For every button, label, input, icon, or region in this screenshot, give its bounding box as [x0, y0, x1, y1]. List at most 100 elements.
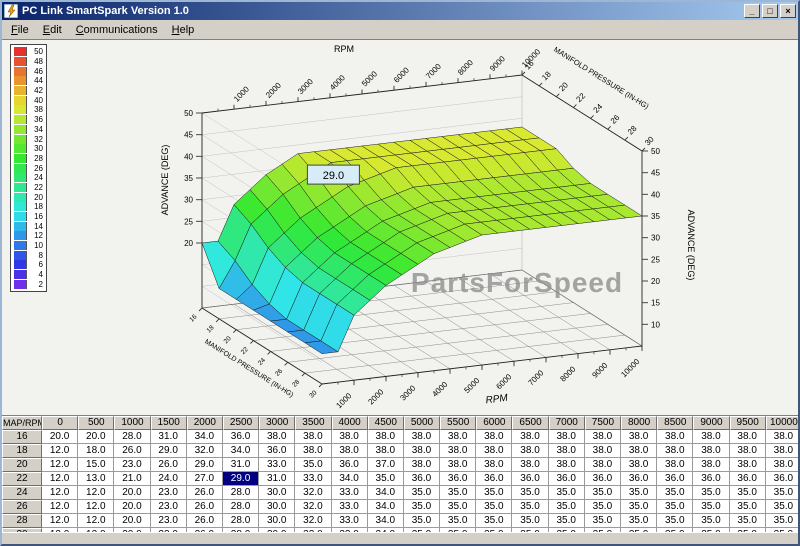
grid-cell-map28-rpm0[interactable]: 12.0	[42, 514, 78, 528]
grid-cell-map16-rpm1000[interactable]: 28.0	[114, 430, 150, 444]
grid-cell-map18-rpm3500[interactable]: 38.0	[295, 444, 331, 458]
grid-cell-map28-rpm9500[interactable]: 35.0	[730, 514, 766, 528]
selected-grid-cell[interactable]: 29.0	[223, 472, 259, 486]
grid-cell-map24-rpm5000[interactable]: 35.0	[404, 486, 440, 500]
grid-cell-map20-rpm5500[interactable]: 38.0	[440, 458, 476, 472]
grid-cell-map16-rpm7500[interactable]: 38.0	[585, 430, 621, 444]
grid-cell-map22-rpm8000[interactable]: 36.0	[621, 472, 657, 486]
grid-cell-map16-rpm500[interactable]: 20.0	[78, 430, 114, 444]
grid-cell-map26-rpm3000[interactable]: 30.0	[259, 500, 295, 514]
grid-cell-map26-rpm10000[interactable]: 35.0	[766, 500, 798, 514]
grid-cell-map28-rpm1000[interactable]: 20.0	[114, 514, 150, 528]
grid-cell-map16-rpm3000[interactable]: 38.0	[259, 430, 295, 444]
grid-cell-map18-rpm2500[interactable]: 34.0	[223, 444, 259, 458]
grid-cell-map18-rpm7000[interactable]: 38.0	[549, 444, 585, 458]
grid-cell-map24-rpm4500[interactable]: 34.0	[368, 486, 404, 500]
grid-cell-map22-rpm5000[interactable]: 36.0	[404, 472, 440, 486]
grid-cell-map26-rpm6000[interactable]: 35.0	[476, 500, 512, 514]
grid-cell-map18-rpm1500[interactable]: 29.0	[151, 444, 187, 458]
titlebar[interactable]: PC Link SmartSpark Version 1.0 _ □ ×	[2, 2, 798, 20]
grid-cell-map22-rpm9500[interactable]: 36.0	[730, 472, 766, 486]
grid-cell-map20-rpm2500[interactable]: 31.0	[223, 458, 259, 472]
grid-cell-map18-rpm5500[interactable]: 38.0	[440, 444, 476, 458]
grid-cell-map22-rpm9000[interactable]: 36.0	[693, 472, 729, 486]
maximize-button[interactable]: □	[762, 4, 778, 18]
grid-cell-map26-rpm8500[interactable]: 35.0	[657, 500, 693, 514]
grid-cell-map24-rpm4000[interactable]: 33.0	[332, 486, 368, 500]
grid-cell-map28-rpm4500[interactable]: 34.0	[368, 514, 404, 528]
grid-cell-map16-rpm6000[interactable]: 38.0	[476, 430, 512, 444]
grid-cell-map20-rpm8000[interactable]: 38.0	[621, 458, 657, 472]
grid-cell-map22-rpm5500[interactable]: 36.0	[440, 472, 476, 486]
grid-cell-map22-rpm2000[interactable]: 27.0	[187, 472, 223, 486]
menu-communications[interactable]: Communications	[69, 21, 165, 39]
grid-cell-map28-rpm7500[interactable]: 35.0	[585, 514, 621, 528]
grid-cell-map28-rpm10000[interactable]: 35.0	[766, 514, 798, 528]
grid-cell-map20-rpm7500[interactable]: 38.0	[585, 458, 621, 472]
grid-cell-map16-rpm9000[interactable]: 38.0	[693, 430, 729, 444]
grid-cell-map26-rpm4000[interactable]: 33.0	[332, 500, 368, 514]
grid-cell-map20-rpm7000[interactable]: 38.0	[549, 458, 585, 472]
grid-cell-map18-rpm9000[interactable]: 38.0	[693, 444, 729, 458]
grid-cell-map16-rpm1500[interactable]: 31.0	[151, 430, 187, 444]
grid-cell-map22-rpm10000[interactable]: 36.0	[766, 472, 798, 486]
grid-cell-map28-rpm5500[interactable]: 35.0	[440, 514, 476, 528]
grid-cell-map20-rpm1000[interactable]: 23.0	[114, 458, 150, 472]
grid-cell-map26-rpm1500[interactable]: 23.0	[151, 500, 187, 514]
grid-cell-map20-rpm6000[interactable]: 38.0	[476, 458, 512, 472]
grid-cell-map16-rpm6500[interactable]: 38.0	[512, 430, 548, 444]
grid-cell-map22-rpm500[interactable]: 13.0	[78, 472, 114, 486]
grid-cell-map26-rpm3500[interactable]: 32.0	[295, 500, 331, 514]
grid-cell-map24-rpm6500[interactable]: 35.0	[512, 486, 548, 500]
grid-cell-map20-rpm4500[interactable]: 37.0	[368, 458, 404, 472]
grid-cell-map22-rpm1500[interactable]: 24.0	[151, 472, 187, 486]
grid-cell-map24-rpm7000[interactable]: 35.0	[549, 486, 585, 500]
menu-edit[interactable]: Edit	[36, 21, 69, 39]
grid-cell-map28-rpm3500[interactable]: 32.0	[295, 514, 331, 528]
grid-cell-map20-rpm9000[interactable]: 38.0	[693, 458, 729, 472]
grid-cell-map20-rpm3000[interactable]: 33.0	[259, 458, 295, 472]
grid-cell-map22-rpm7000[interactable]: 36.0	[549, 472, 585, 486]
menu-file[interactable]: File	[4, 21, 36, 39]
grid-cell-map18-rpm6500[interactable]: 38.0	[512, 444, 548, 458]
grid-cell-map22-rpm4000[interactable]: 34.0	[332, 472, 368, 486]
grid-cell-map26-rpm5500[interactable]: 35.0	[440, 500, 476, 514]
grid-cell-map28-rpm1500[interactable]: 23.0	[151, 514, 187, 528]
grid-cell-map20-rpm0[interactable]: 12.0	[42, 458, 78, 472]
grid-cell-map24-rpm2000[interactable]: 26.0	[187, 486, 223, 500]
grid-cell-map24-rpm8500[interactable]: 35.0	[657, 486, 693, 500]
grid-cell-map16-rpm8000[interactable]: 38.0	[621, 430, 657, 444]
grid-cell-map26-rpm2500[interactable]: 28.0	[223, 500, 259, 514]
grid-cell-map26-rpm7500[interactable]: 35.0	[585, 500, 621, 514]
grid-cell-map18-rpm8500[interactable]: 38.0	[657, 444, 693, 458]
grid-cell-map28-rpm6500[interactable]: 35.0	[512, 514, 548, 528]
grid-cell-map16-rpm7000[interactable]: 38.0	[549, 430, 585, 444]
grid-cell-map24-rpm9000[interactable]: 35.0	[693, 486, 729, 500]
grid-cell-map18-rpm8000[interactable]: 38.0	[621, 444, 657, 458]
grid-cell-map18-rpm2000[interactable]: 32.0	[187, 444, 223, 458]
grid-cell-map22-rpm3000[interactable]: 31.0	[259, 472, 295, 486]
grid-cell-map20-rpm500[interactable]: 15.0	[78, 458, 114, 472]
grid-cell-map24-rpm9500[interactable]: 35.0	[730, 486, 766, 500]
grid-cell-map28-rpm9000[interactable]: 35.0	[693, 514, 729, 528]
grid-cell-map26-rpm5000[interactable]: 35.0	[404, 500, 440, 514]
grid-cell-map20-rpm1500[interactable]: 26.0	[151, 458, 187, 472]
grid-cell-map22-rpm6500[interactable]: 36.0	[512, 472, 548, 486]
grid-cell-map22-rpm6000[interactable]: 36.0	[476, 472, 512, 486]
grid-cell-map18-rpm5000[interactable]: 38.0	[404, 444, 440, 458]
grid-cell-map18-rpm7500[interactable]: 38.0	[585, 444, 621, 458]
grid-cell-map16-rpm5000[interactable]: 38.0	[404, 430, 440, 444]
grid-cell-map16-rpm9500[interactable]: 38.0	[730, 430, 766, 444]
grid-cell-map28-rpm8500[interactable]: 35.0	[657, 514, 693, 528]
grid-cell-map18-rpm3000[interactable]: 36.0	[259, 444, 295, 458]
grid-cell-map26-rpm9000[interactable]: 35.0	[693, 500, 729, 514]
menu-help[interactable]: Help	[165, 21, 202, 39]
grid-cell-map24-rpm8000[interactable]: 35.0	[621, 486, 657, 500]
grid-cell-map26-rpm4500[interactable]: 34.0	[368, 500, 404, 514]
grid-cell-map26-rpm1000[interactable]: 20.0	[114, 500, 150, 514]
grid-cell-map20-rpm4000[interactable]: 36.0	[332, 458, 368, 472]
grid-cell-map20-rpm10000[interactable]: 38.0	[766, 458, 798, 472]
grid-cell-map22-rpm3500[interactable]: 33.0	[295, 472, 331, 486]
grid-cell-map28-rpm500[interactable]: 12.0	[78, 514, 114, 528]
grid-cell-map18-rpm6000[interactable]: 38.0	[476, 444, 512, 458]
